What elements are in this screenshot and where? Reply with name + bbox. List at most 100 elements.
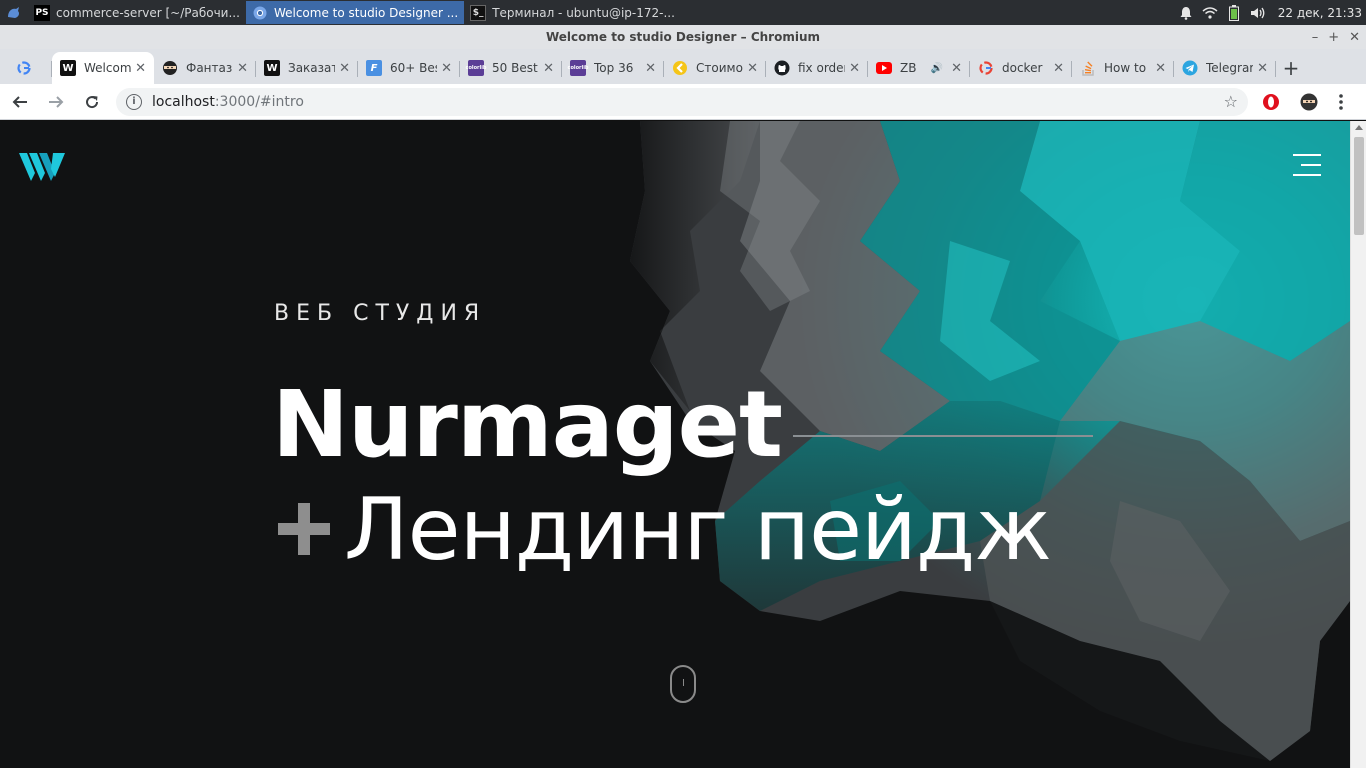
back-arrow-icon	[12, 95, 27, 108]
close-tab-icon[interactable]: ✕	[849, 61, 860, 76]
tab-title: Telegram	[1206, 61, 1253, 75]
tab-60-best[interactable]: F 60+ Best ✕	[358, 52, 460, 84]
tab-telegram[interactable]: Telegram ✕	[1174, 52, 1276, 84]
close-tab-icon[interactable]: ✕	[441, 61, 452, 76]
close-window-icon[interactable]: ✕	[1349, 30, 1360, 45]
tab-youtube[interactable]: ZB 🔊 ✕	[868, 52, 970, 84]
os-taskbar: PS commerce-server [~/Рабочи... Welcome …	[0, 0, 1366, 25]
page-viewport: ВЕБ СТУДИЯ Nurmaget Лендинг пейдж	[0, 121, 1350, 768]
tab-title: Welcome to studio Designer	[84, 61, 132, 75]
close-tab-icon[interactable]: ✕	[1257, 61, 1268, 76]
back-button[interactable]	[4, 86, 36, 118]
minimize-icon[interactable]: –	[1312, 30, 1319, 45]
tab-title: fix order	[798, 61, 846, 75]
opera-vpn-extension[interactable]	[1256, 87, 1286, 117]
title-divider	[793, 435, 1093, 437]
tab-how-to[interactable]: How to ✕	[1072, 52, 1174, 84]
hero-subtitle: Лендинг пейдж	[344, 480, 1052, 580]
close-tab-icon[interactable]: ✕	[645, 61, 656, 76]
bookmark-star-icon[interactable]: ☆	[1224, 92, 1238, 111]
taskbar-task-phpstorm[interactable]: PS commerce-server [~/Рабочи...	[28, 1, 246, 24]
wifi-icon[interactable]	[1198, 0, 1222, 25]
reload-button[interactable]	[76, 86, 108, 118]
tab-title: How to	[1104, 61, 1147, 75]
forward-button[interactable]	[40, 86, 72, 118]
url-path: :3000/#intro	[214, 93, 304, 110]
task-label: commerce-server [~/Рабочи...	[56, 5, 240, 20]
google-icon	[978, 60, 994, 76]
close-tab-icon[interactable]: ✕	[747, 61, 758, 76]
close-tab-icon[interactable]: ✕	[1053, 61, 1064, 76]
tab-google[interactable]	[8, 52, 52, 84]
tab-docker[interactable]: docker ✕	[970, 52, 1072, 84]
scroll-down-mouse-icon[interactable]	[670, 665, 696, 703]
yellow-chevron-icon	[672, 60, 688, 76]
app-menu-button[interactable]	[0, 0, 28, 25]
menu-bar	[1293, 174, 1321, 176]
reload-icon	[86, 95, 99, 108]
taskbar-task-chromium[interactable]: Welcome to studio Designer ...	[245, 1, 465, 24]
task-label: Терминал - ubuntu@ip-172-...	[492, 5, 675, 20]
hero-title: Nurmaget	[272, 371, 783, 478]
w-logo-icon: W	[60, 60, 76, 76]
tab-title: Фантазия	[186, 61, 233, 75]
telegram-icon	[1182, 60, 1198, 76]
battery-icon[interactable]	[1222, 0, 1246, 25]
address-bar[interactable]: i localhost:3000/#intro ☆	[116, 87, 1248, 116]
tab-fantasia[interactable]: Фантазия ✕	[154, 52, 256, 84]
forward-arrow-icon	[49, 95, 64, 108]
tab-welcome[interactable]: W Welcome to studio Designer ✕	[52, 52, 154, 84]
tab-title: Заказать	[288, 61, 336, 75]
opera-icon	[1263, 93, 1279, 110]
new-tab-button[interactable]: +	[1276, 52, 1306, 84]
ninja-icon	[162, 60, 178, 76]
chromium-icon	[252, 5, 268, 21]
github-icon	[774, 60, 790, 76]
close-tab-icon[interactable]: ✕	[543, 61, 554, 76]
close-tab-icon[interactable]: ✕	[237, 61, 248, 76]
close-tab-icon[interactable]: ✕	[135, 61, 146, 76]
site-logo[interactable]	[19, 151, 65, 185]
phpstorm-icon: PS	[34, 4, 50, 21]
window-title: Welcome to studio Designer – Chromium	[545, 30, 821, 44]
scrollbar-thumb[interactable]	[1354, 137, 1364, 235]
kebab-menu-icon	[1339, 93, 1343, 110]
f-logo-icon: F	[366, 60, 382, 76]
close-tab-icon[interactable]: ✕	[951, 61, 962, 76]
xfce-mouse-icon	[8, 6, 19, 18]
clock[interactable]: 22 дек, 21:33	[1270, 6, 1366, 20]
w-logo-icon: W	[264, 60, 280, 76]
taskbar-task-terminal[interactable]: $_ Терминал - ubuntu@ip-172-...	[464, 1, 681, 24]
plus-icon	[278, 503, 330, 555]
browser-toolbar: i localhost:3000/#intro ☆	[0, 84, 1366, 120]
hamburger-menu-icon[interactable]	[1293, 154, 1321, 176]
tab-title: ZB	[900, 61, 917, 75]
notifications-bell-icon[interactable]	[1174, 0, 1198, 25]
url-host: localhost	[152, 93, 215, 110]
site-info-icon[interactable]: i	[126, 93, 142, 110]
audio-playing-icon[interactable]: 🔊	[931, 63, 943, 74]
close-tab-icon[interactable]: ✕	[1155, 61, 1166, 76]
page-scrollbar[interactable]	[1350, 121, 1366, 768]
menu-bar	[1293, 154, 1321, 156]
tab-title: 60+ Best	[390, 61, 437, 75]
tab-stoimost[interactable]: Стоимость ✕	[664, 52, 766, 84]
window-titlebar: Welcome to studio Designer – Chromium – …	[0, 25, 1366, 49]
profile-avatar[interactable]	[1294, 87, 1324, 117]
scroll-up-arrow-icon[interactable]	[1355, 125, 1363, 130]
hero-kicker: ВЕБ СТУДИЯ	[274, 301, 487, 326]
maximize-icon[interactable]: +	[1328, 30, 1339, 45]
tab-zakazat[interactable]: W Заказать ✕	[256, 52, 358, 84]
youtube-icon	[876, 60, 892, 76]
tab-50-best[interactable]: colorlib 50 Best ✕	[460, 52, 562, 84]
tab-top-36[interactable]: colorlib Top 36 ✕	[562, 52, 664, 84]
close-tab-icon[interactable]: ✕	[339, 61, 350, 76]
tab-title: Top 36	[594, 61, 634, 75]
tab-title: 50 Best	[492, 61, 538, 75]
browser-menu-button[interactable]	[1326, 87, 1356, 117]
tab-strip: W Welcome to studio Designer ✕ Фантазия …	[0, 49, 1366, 84]
avatar-icon	[1300, 93, 1318, 110]
colorlib-icon: colorlib	[567, 60, 589, 76]
volume-icon[interactable]	[1246, 0, 1270, 25]
tab-fix-order[interactable]: fix order ✕	[766, 52, 868, 84]
